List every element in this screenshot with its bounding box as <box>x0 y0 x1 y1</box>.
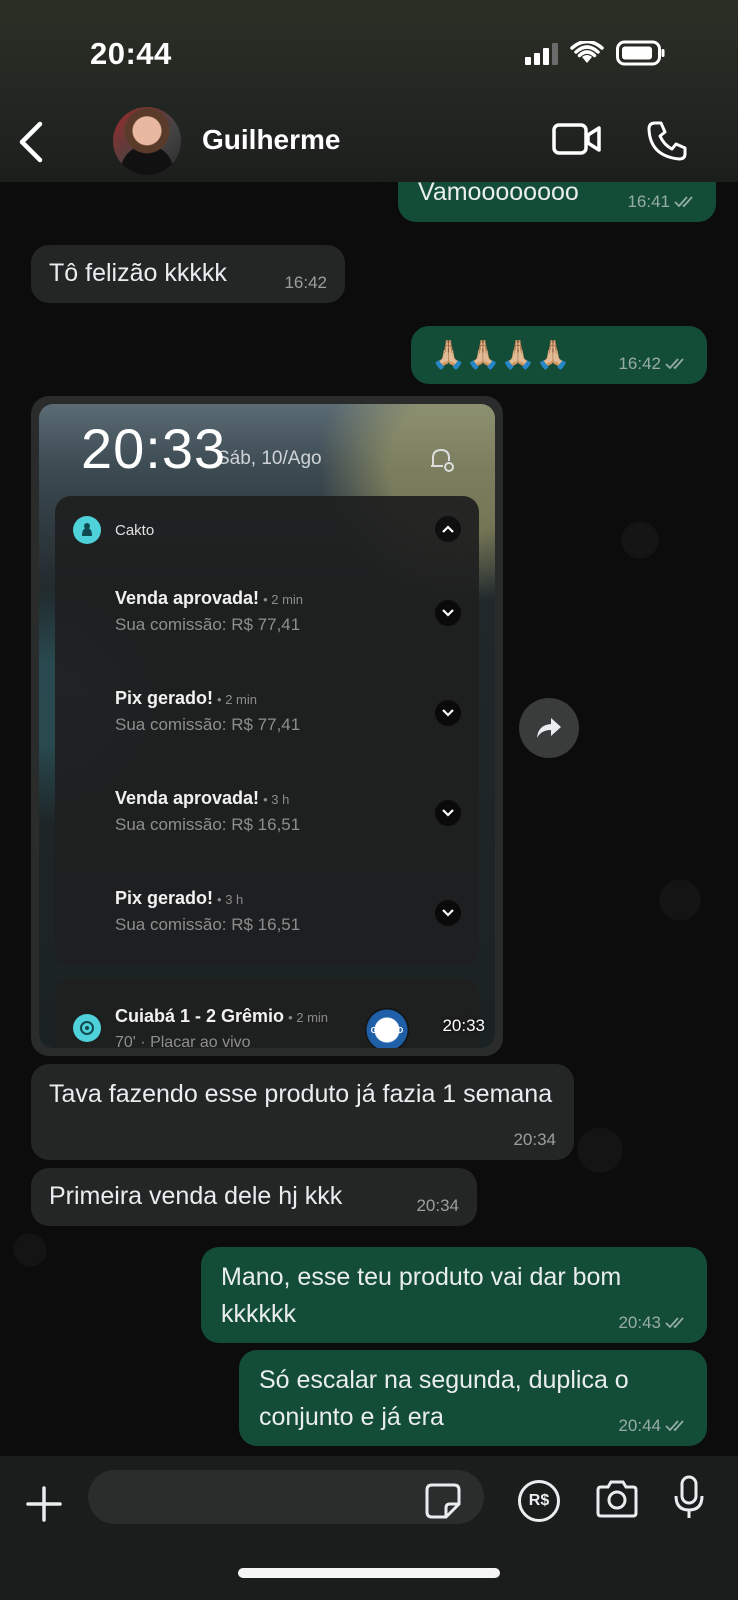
expand-icon <box>435 600 461 626</box>
read-ticks-icon <box>665 1420 684 1432</box>
message-time: 20:34 <box>513 1130 556 1149</box>
bell-settings-icon <box>431 448 454 472</box>
message-text: Primeira venda dele hj kkk <box>49 1182 343 1210</box>
payment-label: R$ <box>528 1492 550 1509</box>
message-meta: 20:34 <box>513 1130 556 1150</box>
football-icon <box>73 1014 101 1042</box>
match-subtitle: 70' · Placar ao vivo <box>115 1034 251 1048</box>
message-meta: 16:42 <box>618 354 689 374</box>
notification-group: Cakto Venda aprovada! • 2 min Sua comissã… <box>55 496 479 966</box>
camera-icon <box>596 1480 638 1518</box>
plus-icon <box>26 1486 62 1522</box>
home-indicator <box>238 1568 500 1578</box>
expand-icon <box>435 700 461 726</box>
message-time: 20:43 <box>618 1313 661 1332</box>
camera-button[interactable] <box>594 1478 640 1520</box>
message-bubble-outgoing[interactable]: Mano, esse teu produto vai dar bom kkkkk… <box>201 1247 707 1343</box>
media-timestamp: 20:33 <box>442 1016 485 1035</box>
message-bubble-outgoing[interactable]: 🙏🏼🙏🏼🙏🏼🙏🏼 16:42 <box>411 326 707 384</box>
notification-body: Sua comissão: R$ 77,41 <box>115 615 301 634</box>
message-time: 16:42 <box>618 354 661 373</box>
voice-call-button[interactable] <box>646 120 688 162</box>
message-bubble-incoming[interactable]: Tô felizão kkkkk 16:42 <box>31 245 345 303</box>
collapse-icon <box>435 516 461 542</box>
match-title: Cuiabá 1 - 2 Grêmio <box>115 1006 285 1026</box>
team-badge-icon: GRÊMIO <box>365 1008 409 1048</box>
read-ticks-icon <box>665 1317 684 1329</box>
back-arrow-icon <box>19 121 43 163</box>
match-age: • 2 min <box>288 1010 329 1025</box>
match-notification: Cuiabá 1 - 2 Grêmio • 2 min 70' · Placar … <box>55 978 479 1048</box>
message-text: Vamoooooooo <box>418 178 579 206</box>
status-time: 20:44 <box>90 36 172 71</box>
attach-button[interactable] <box>22 1482 66 1526</box>
message-text: Tava fazendo esse produto já fazia 1 sem… <box>49 1080 553 1108</box>
microphone-button[interactable] <box>672 1474 706 1522</box>
notification-age: • 3 h <box>217 892 244 907</box>
avatar[interactable] <box>113 107 181 175</box>
read-ticks-icon <box>674 196 693 208</box>
message-time: 16:42 <box>284 273 327 292</box>
notification-item: Venda aprovada! • 2 min Sua comissão: R$ … <box>115 588 455 635</box>
video-call-button[interactable] <box>552 122 602 156</box>
message-text: Tô felizão kkkkk <box>49 259 227 287</box>
message-time: 16:41 <box>627 192 670 211</box>
notification-age: • 3 h <box>263 792 290 807</box>
sticker-button[interactable] <box>424 1482 462 1520</box>
message-time: 20:34 <box>416 1196 459 1215</box>
message-bubble-incoming[interactable]: Tava fazendo esse produto já fazia 1 sem… <box>31 1064 574 1160</box>
notification-body: Sua comissão: R$ 16,51 <box>115 815 301 834</box>
battery-icon <box>616 40 666 66</box>
contact-name[interactable]: Guilherme <box>202 124 340 156</box>
notification-body: Sua comissão: R$ 16,51 <box>115 915 301 934</box>
notification-title: Venda aprovada! <box>115 788 260 808</box>
message-bubble-incoming[interactable]: Primeira venda dele hj kkk 20:34 <box>31 1168 477 1226</box>
notification-item: Pix gerado! • 3 h Sua comissão: R$ 16,51 <box>115 888 455 935</box>
expand-icon <box>435 800 461 826</box>
cakto-app-icon <box>73 516 101 544</box>
notification-title: Pix gerado! <box>115 888 214 908</box>
read-ticks-icon <box>665 358 684 370</box>
chat-header: 20:44 Guilherme <box>0 0 738 182</box>
message-meta: 16:42 <box>284 273 327 293</box>
app-name: Cakto <box>115 521 155 539</box>
composer-bar: R$ <box>0 1456 738 1600</box>
notification-item: Pix gerado! • 2 min Sua comissão: R$ 77,4… <box>115 688 455 735</box>
mic-icon <box>674 1475 704 1518</box>
forward-button[interactable] <box>519 698 579 758</box>
lockscreen-time: 20:33 <box>81 417 227 480</box>
status-icons <box>525 40 666 66</box>
app-row: Cakto <box>73 516 154 544</box>
phone-icon <box>647 121 687 161</box>
message-meta: 20:44 <box>618 1416 689 1436</box>
expand-icon <box>435 900 461 926</box>
message-meta: 20:34 <box>416 1196 459 1216</box>
image-message[interactable]: 20:33 Sáb, 10/Ago Cakto Venda aprovada! •… <box>31 396 503 1056</box>
message-bubble-outgoing[interactable]: Só escalar na segunda, duplica o conjunt… <box>239 1350 707 1446</box>
cellular-signal-icon <box>525 41 558 65</box>
team-badge-label: GRÊMIO <box>370 1025 404 1035</box>
lockscreen-date: Sáb, 10/Ago <box>217 448 322 469</box>
back-button[interactable] <box>12 118 48 166</box>
sticker-icon <box>425 1483 461 1519</box>
message-text: Só escalar na segunda, duplica o conjunt… <box>259 1366 629 1431</box>
screenshot-image: 20:33 Sáb, 10/Ago Cakto Venda aprovada! •… <box>39 404 495 1048</box>
notification-age: • 2 min <box>263 592 304 607</box>
message-time: 20:44 <box>618 1416 661 1435</box>
wifi-icon <box>570 41 604 65</box>
message-text: Mano, esse teu produto vai dar bom kkkkk… <box>221 1263 622 1328</box>
video-call-icon <box>552 123 601 155</box>
notification-title: Pix gerado! <box>115 688 214 708</box>
notification-body: Sua comissão: R$ 77,41 <box>115 715 301 734</box>
message-meta: 20:43 <box>618 1313 689 1333</box>
notification-age: • 2 min <box>217 692 257 707</box>
message-meta: 16:41 <box>627 192 698 212</box>
notification-item: Venda aprovada! • 3 h Sua comissão: R$ 16… <box>115 788 455 835</box>
message-text: 🙏🏼🙏🏼🙏🏼🙏🏼 <box>431 339 571 370</box>
notification-title: Venda aprovada! <box>115 588 260 608</box>
payment-button[interactable]: R$ <box>518 1480 560 1522</box>
forward-icon <box>537 718 561 738</box>
